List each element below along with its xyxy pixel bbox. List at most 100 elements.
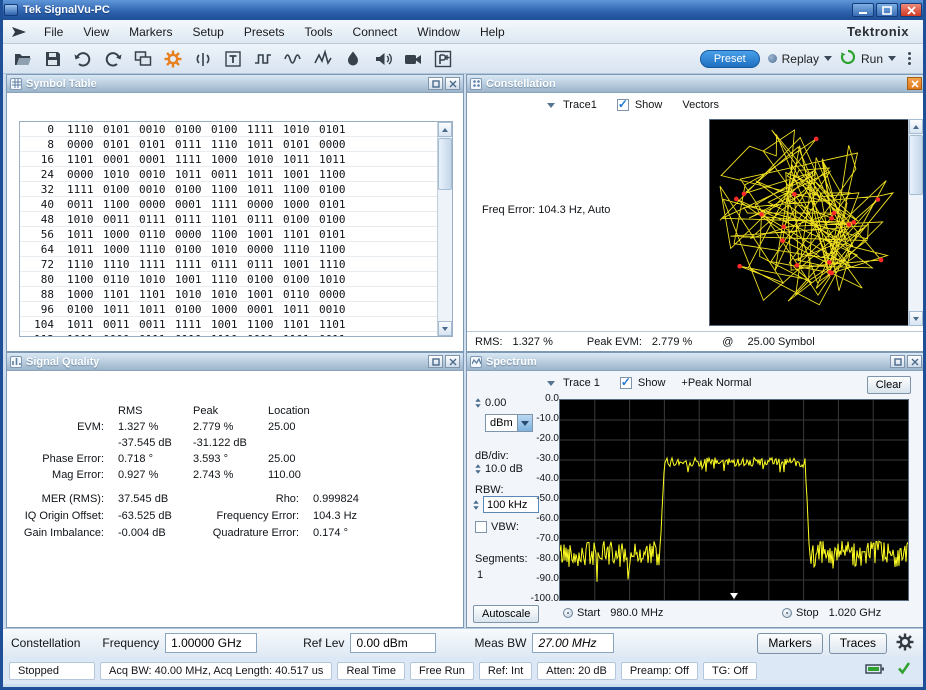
scroll-down-icon[interactable] (909, 311, 923, 326)
panel-close-button[interactable] (445, 77, 460, 90)
spectrum-header[interactable]: Spectrum (467, 353, 925, 371)
frequency-input[interactable] (165, 633, 257, 653)
meas-bw-input[interactable] (532, 633, 614, 653)
traces-button[interactable]: Traces (829, 633, 887, 654)
symbol-table-row[interactable]: 8810001101110110101010100101100000 (20, 287, 437, 302)
ref-level-control[interactable]: 0.00 (475, 397, 506, 409)
active-display-label: Constellation (11, 636, 80, 650)
spinner-icon[interactable] (475, 464, 481, 474)
constellation-display[interactable] (709, 119, 909, 326)
start-frequency-control[interactable]: Start 980.0 MHz (563, 607, 663, 619)
symbol-table-header[interactable]: Symbol Table (7, 75, 463, 93)
analysis-wave-icon[interactable] (311, 47, 335, 71)
symbol-table[interactable]: 0111001010010010001001111101001018000001… (19, 121, 453, 337)
symbol-table-row[interactable]: 6410111000111001001010000011101100 (20, 242, 437, 257)
chevron-down-icon[interactable] (547, 381, 555, 386)
settings-gear-icon[interactable] (161, 47, 185, 71)
vectors-label[interactable]: Vectors (682, 99, 719, 111)
vbw-checkbox[interactable] (475, 521, 487, 533)
save-icon[interactable] (41, 47, 65, 71)
pulse-wave-icon[interactable] (251, 47, 275, 71)
panel-close-button[interactable] (907, 355, 922, 368)
redo-icon[interactable] (101, 47, 125, 71)
scroll-up-icon[interactable] (909, 119, 923, 134)
minimize-button[interactable] (852, 3, 874, 17)
scroll-up-icon[interactable] (438, 122, 452, 137)
audio-speaker-icon[interactable] (371, 47, 395, 71)
panel-close-button[interactable] (907, 77, 922, 90)
signal-quality-header[interactable]: Signal Quality (7, 353, 463, 371)
menu-connect[interactable]: Connect (344, 22, 407, 42)
symbol-table-row[interactable]: 7211101110111111110111011110011110 (20, 257, 437, 272)
more-menu-icon[interactable] (904, 52, 915, 65)
stop-value: 1.020 GHz (829, 607, 882, 619)
amplitude-antenna-icon[interactable] (191, 47, 215, 71)
panel-restore-button[interactable] (428, 355, 443, 368)
knob-icon[interactable] (563, 608, 573, 618)
title-bar[interactable]: Tek SignalVu-PC (0, 0, 926, 20)
menu-help[interactable]: Help (471, 22, 514, 42)
markers-button[interactable]: Markers (757, 633, 822, 654)
constellation-scrollbar[interactable] (908, 119, 923, 326)
settings-gear-icon[interactable] (895, 632, 915, 655)
preset-plus-icon[interactable] (431, 47, 455, 71)
panel-close-button[interactable] (445, 355, 460, 368)
detector-label[interactable]: +Peak Normal (681, 377, 751, 389)
ref-lev-input[interactable] (350, 633, 436, 653)
spinner-icon[interactable] (473, 500, 479, 510)
knob-icon[interactable] (782, 608, 792, 618)
show-checkbox[interactable] (617, 99, 629, 111)
start-value: 980.0 MHz (610, 607, 663, 619)
undo-icon[interactable] (71, 47, 95, 71)
trigger-t-icon[interactable] (221, 47, 245, 71)
menu-tools[interactable]: Tools (296, 22, 342, 42)
displays-icon[interactable] (131, 47, 155, 71)
symbol-value: 25.00 Symbol (747, 336, 814, 348)
replay-dropdown[interactable]: Replay (768, 52, 832, 66)
show-checkbox[interactable] (620, 377, 632, 389)
clear-button[interactable]: Clear (867, 376, 911, 394)
iq-droplet-icon[interactable] (341, 47, 365, 71)
symbol-table-row[interactable]: 8011000110101010011110010001001010 (20, 272, 437, 287)
chevron-down-icon[interactable] (547, 103, 555, 108)
constellation-header[interactable]: Constellation (467, 75, 925, 93)
scroll-down-icon[interactable] (438, 321, 452, 336)
symbol-table-scrollbar[interactable] (437, 122, 452, 336)
symbol-table-row[interactable]: 2400001010001010110011101110011100 (20, 167, 437, 182)
menu-file[interactable]: File (35, 22, 72, 42)
menu-view[interactable]: View (74, 22, 118, 42)
stop-frequency-control[interactable]: Stop 1.020 GHz (782, 607, 881, 619)
app-menu-icon[interactable] (11, 26, 27, 38)
menu-window[interactable]: Window (408, 22, 469, 42)
menu-presets[interactable]: Presets (235, 22, 294, 42)
spectrum-plot[interactable] (559, 399, 909, 601)
symbol-table-row[interactable]: 5610111000011000001100100111010101 (20, 227, 437, 242)
panel-restore-button[interactable] (428, 77, 443, 90)
scrollbar-thumb[interactable] (438, 138, 452, 190)
preset-button[interactable]: Preset (700, 50, 760, 68)
capture-camera-icon[interactable] (401, 47, 425, 71)
symbol-table-row[interactable]: 4810100011011101111101011101000100 (20, 212, 437, 227)
scrollbar-thumb[interactable] (909, 135, 923, 195)
trace-selector[interactable]: Trace 1 (563, 377, 600, 389)
panel-restore-button[interactable] (890, 355, 905, 368)
symbol-table-row[interactable]: 9601001011101101001000000110110010 (20, 302, 437, 317)
reference-status: Ref: Int (479, 662, 532, 680)
maximize-button[interactable] (876, 3, 898, 17)
symbol-table-row[interactable]: 4000111100000000011111000010000101 (20, 197, 437, 212)
menu-setup[interactable]: Setup (183, 22, 232, 42)
spinner-icon[interactable] (475, 398, 481, 408)
symbol-table-row[interactable]: 011100101001001000100111110100101 (20, 122, 437, 137)
menu-markers[interactable]: Markers (120, 22, 181, 42)
run-dropdown[interactable]: Run (840, 49, 896, 68)
autoscale-button[interactable]: Autoscale (473, 605, 539, 623)
symbol-table-row[interactable]: 11210110000011101101110001011010011 (20, 332, 437, 336)
symbol-table-row[interactable]: 1611010001000111111000101010111011 (20, 152, 437, 167)
open-icon[interactable] (11, 47, 35, 71)
close-button[interactable] (900, 3, 922, 17)
symbol-table-row[interactable]: 10410110011001111111001110011011101 (20, 317, 437, 332)
trace-selector[interactable]: Trace1 (563, 99, 597, 111)
symbol-table-row[interactable]: 3211110100001001001100101111000100 (20, 182, 437, 197)
sine-wave-icon[interactable] (281, 47, 305, 71)
symbol-table-row[interactable]: 800000101010101111110101101010000 (20, 137, 437, 152)
